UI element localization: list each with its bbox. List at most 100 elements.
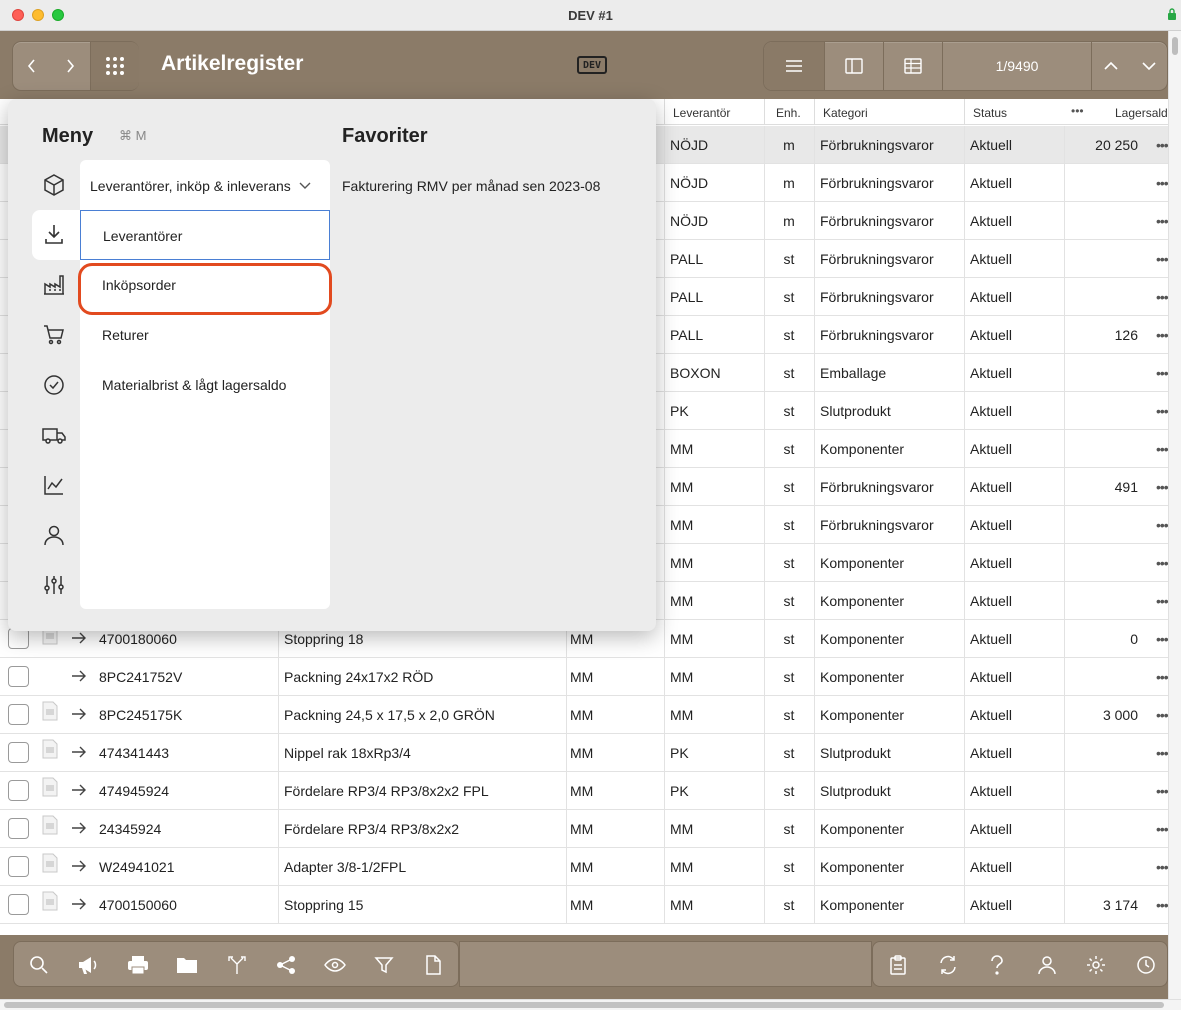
- supplier-cell: NÖJD: [670, 175, 709, 191]
- menu-grid-button[interactable]: [91, 42, 139, 90]
- favorite-item[interactable]: Fakturering RMV per månad sen 2023-08: [342, 178, 600, 194]
- menu-item-returer[interactable]: Returer: [80, 310, 330, 360]
- arrow-right-icon[interactable]: [70, 819, 88, 837]
- unit-cell: m: [783, 137, 795, 153]
- table-row[interactable]: W24941021 Adapter 3/8-1/2FPL MM MM st Kompone…: [0, 848, 1168, 886]
- row-more-button[interactable]: •••: [1156, 859, 1168, 875]
- row-more-button[interactable]: •••: [1156, 669, 1168, 685]
- row-more-button[interactable]: •••: [1156, 289, 1168, 305]
- cart-icon[interactable]: [41, 322, 67, 348]
- column-header-stock[interactable]: Lagersald: [1115, 106, 1168, 120]
- section-select[interactable]: Leverantörer, inköp & inleverans: [90, 178, 291, 194]
- list-view-button[interactable]: [764, 42, 824, 90]
- row-checkbox[interactable]: [8, 742, 29, 763]
- table-row[interactable]: 24345924 Fördelare RP3/4 RP3/8x2x2 MM MM st K…: [0, 810, 1168, 848]
- column-header-unit[interactable]: Enh.: [776, 106, 801, 120]
- folder-icon[interactable]: [176, 954, 198, 976]
- row-more-button[interactable]: •••: [1156, 137, 1168, 153]
- gear-icon[interactable]: [1085, 954, 1107, 976]
- chart-icon[interactable]: [41, 472, 67, 498]
- column-options-button[interactable]: •••: [1071, 104, 1084, 118]
- row-checkbox[interactable]: [8, 666, 29, 687]
- arrow-right-icon[interactable]: [70, 705, 88, 723]
- row-more-button[interactable]: •••: [1156, 707, 1168, 723]
- refresh-icon[interactable]: [937, 954, 959, 976]
- column-header-status[interactable]: Status: [973, 106, 1007, 120]
- row-more-button[interactable]: •••: [1156, 897, 1168, 913]
- column-header-supplier[interactable]: Leverantör: [673, 106, 730, 120]
- clipboard-icon[interactable]: [887, 954, 909, 976]
- row-checkbox[interactable]: [8, 818, 29, 839]
- row-checkbox[interactable]: [8, 780, 29, 801]
- split-arrows-icon[interactable]: [226, 954, 248, 976]
- row-more-button[interactable]: •••: [1156, 251, 1168, 267]
- table-view-button[interactable]: [884, 42, 942, 90]
- table-row[interactable]: 8PC245175K Packning 24,5 x 17,5 x 2,0 GRÖ…: [0, 696, 1168, 734]
- row-more-button[interactable]: •••: [1156, 517, 1168, 533]
- row-more-button[interactable]: •••: [1156, 593, 1168, 609]
- search-icon[interactable]: [28, 954, 50, 976]
- forward-button[interactable]: [51, 42, 89, 90]
- row-more-button[interactable]: •••: [1156, 745, 1168, 761]
- arrow-right-icon[interactable]: [70, 629, 88, 647]
- row-more-button[interactable]: •••: [1156, 403, 1168, 419]
- user-icon[interactable]: [41, 522, 67, 548]
- row-more-button[interactable]: •••: [1156, 479, 1168, 495]
- arrow-right-icon[interactable]: [70, 895, 88, 913]
- row-more-button[interactable]: •••: [1156, 365, 1168, 381]
- truck-icon[interactable]: [41, 422, 67, 448]
- arrow-right-icon[interactable]: [70, 743, 88, 761]
- status-cell: Aktuell: [970, 289, 1013, 305]
- detail-view-button[interactable]: [825, 42, 883, 90]
- row-more-button[interactable]: •••: [1156, 631, 1168, 647]
- chevron-down-icon[interactable]: [298, 180, 312, 192]
- row-more-button[interactable]: •••: [1156, 555, 1168, 571]
- next-record-button[interactable]: [1130, 42, 1168, 90]
- row-more-button[interactable]: •••: [1156, 175, 1168, 191]
- box-icon[interactable]: [41, 172, 67, 198]
- table-row[interactable]: 474341443 Nippel rak 18xRp3/4 MM PK st Slutpr…: [0, 734, 1168, 772]
- table-row[interactable]: 8PC241752V Packning 24x17x2 RÖD MM MM st Komp…: [0, 658, 1168, 696]
- vertical-scroll-thumb[interactable]: [1172, 37, 1178, 55]
- user-icon[interactable]: [1036, 954, 1058, 976]
- article-number: 474341443: [99, 745, 170, 761]
- arrow-right-icon[interactable]: [70, 667, 88, 685]
- check-circle-icon[interactable]: [41, 372, 67, 398]
- row-checkbox[interactable]: [8, 894, 29, 915]
- unit-cell: st: [783, 365, 795, 381]
- article-number: 4700150060: [99, 897, 177, 913]
- back-button[interactable]: [13, 42, 51, 90]
- previous-record-button[interactable]: [1092, 42, 1130, 90]
- vertical-scrollbar[interactable]: [1168, 31, 1181, 1000]
- table-row[interactable]: 4700150060 Stoppring 15 MM MM st Komponenter A…: [0, 886, 1168, 924]
- megaphone-icon[interactable]: [77, 954, 99, 976]
- supplier-cell: PK: [670, 783, 689, 799]
- arrow-right-icon[interactable]: [70, 781, 88, 799]
- row-more-button[interactable]: •••: [1156, 441, 1168, 457]
- printer-icon[interactable]: [127, 954, 149, 976]
- row-more-button[interactable]: •••: [1156, 783, 1168, 799]
- clock-icon[interactable]: [1135, 954, 1157, 976]
- help-icon[interactable]: [986, 954, 1008, 976]
- row-checkbox[interactable]: [8, 856, 29, 877]
- table-row[interactable]: 474945924 Fördelare RP3/4 RP3/8x2x2 FPL MM…: [0, 772, 1168, 810]
- sliders-icon[interactable]: [41, 572, 67, 598]
- horizontal-scrollbar[interactable]: [0, 999, 1181, 1010]
- column-header-category[interactable]: Kategori: [823, 106, 868, 120]
- horizontal-scroll-thumb[interactable]: [4, 1002, 1164, 1008]
- filter-icon[interactable]: [373, 954, 395, 976]
- row-checkbox[interactable]: [8, 704, 29, 725]
- arrow-right-icon[interactable]: [70, 857, 88, 875]
- row-checkbox[interactable]: [8, 628, 29, 649]
- document-icon[interactable]: [422, 954, 444, 976]
- share-icon[interactable]: [275, 954, 297, 976]
- factory-icon[interactable]: [41, 272, 67, 298]
- row-more-button[interactable]: •••: [1156, 213, 1168, 229]
- status-cell: Aktuell: [970, 897, 1013, 913]
- row-more-button[interactable]: •••: [1156, 821, 1168, 837]
- download-icon[interactable]: [41, 221, 67, 247]
- menu-item-leverantorer[interactable]: Leverantörer: [80, 210, 330, 260]
- menu-item-materialbrist[interactable]: Materialbrist & lågt lagersaldo: [80, 360, 330, 410]
- row-more-button[interactable]: •••: [1156, 327, 1168, 343]
- eye-icon[interactable]: [324, 954, 346, 976]
